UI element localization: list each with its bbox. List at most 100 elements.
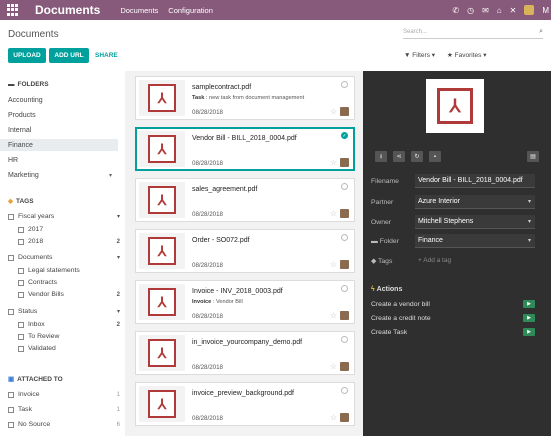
checkbox[interactable] [18,267,24,274]
action-create-task[interactable]: Create Task ▶ [371,326,543,338]
select-checkbox[interactable] [341,336,348,343]
document-card[interactable]: ⅄ Vendor Bill - BILL_2018_0004.pdf 08/28… [135,127,355,171]
folder-internal[interactable]: Internal [0,124,118,136]
caret-down-icon[interactable]: ▾ [528,198,531,205]
document-card[interactable]: ⅄ Invoice - INV_2018_0003.pdf Invoice : … [135,280,355,324]
action-create-credit-note[interactable]: Create a credit note ▶ [371,312,543,324]
checkbox[interactable] [8,308,14,315]
tag-legal-statements[interactable]: Legal statements [18,265,120,276]
tag-group-documents[interactable]: Documents ▾ [8,252,120,263]
folder-marketing[interactable]: Marketing ▾ [0,169,118,181]
star-icon[interactable]: ☆ [330,362,337,371]
owner-field[interactable]: Mitchell Stephens ▾ [415,215,535,229]
menu-documents[interactable]: Documents [120,6,158,15]
folder-hr[interactable]: HR [0,154,118,166]
tag-2018[interactable]: 2018 2 [18,236,120,247]
preview-thumbnail[interactable]: ⅄ [426,79,484,133]
favorites-button[interactable]: ★ Favorites ▾ [447,51,486,59]
user-initial[interactable]: M [542,6,549,15]
tag-group-fiscal-years[interactable]: Fiscal years ▾ [8,211,120,222]
checkbox[interactable] [18,345,24,352]
search-icon[interactable]: ⌕ [539,28,543,36]
document-card[interactable]: ⅄ in_invoice_yourcompany_demo.pdf 08/28/… [135,331,355,375]
folder-accounting[interactable]: Accounting [0,94,118,106]
star-icon[interactable]: ☆ [330,260,337,269]
document-thumbnail[interactable]: ⅄ [139,131,185,167]
document-thumbnail[interactable]: ⅄ [139,284,185,320]
checkbox[interactable] [8,254,14,261]
document-card[interactable]: ⅄ invoice_preview_background.pdf 08/28/2… [135,382,355,426]
share-button[interactable]: SHARE [95,48,118,63]
attached-no-source[interactable]: No Source 6 [8,419,120,430]
action-create-vendor-bill[interactable]: Create a vendor bill ▶ [371,298,543,310]
partner-field[interactable]: Azure Interior ▾ [415,195,535,209]
document-card[interactable]: ⅄ sales_agreement.pdf 08/28/2018 ☆ [135,178,355,222]
tag-contracts[interactable]: Contracts [18,277,120,288]
archive-icon[interactable]: ▤ [527,151,539,162]
select-checkbox[interactable] [341,285,348,292]
star-icon[interactable]: ☆ [330,413,337,422]
caret-down-icon[interactable]: ▾ [117,254,120,261]
add-url-button[interactable]: ADD URL [49,48,89,63]
select-checkbox[interactable] [341,81,348,88]
app-title[interactable]: Documents [35,3,100,17]
add-tag-input[interactable]: + Add a tag [415,254,535,266]
checkbox[interactable] [18,321,24,328]
share-icon[interactable]: ⋖ [393,151,405,162]
checkbox[interactable] [18,333,24,340]
caret-down-icon[interactable]: ▾ [117,213,120,220]
select-checkbox[interactable] [341,387,348,394]
selected-check-icon[interactable]: ✓ [341,132,348,139]
star-icon[interactable]: ☆ [330,158,337,167]
tag-validated[interactable]: Validated [18,343,120,354]
menu-configuration[interactable]: Configuration [168,6,213,15]
checkbox[interactable] [18,238,24,245]
tag-vendor-bills[interactable]: Vendor Bills 2 [18,289,120,300]
play-icon[interactable]: ▶ [523,300,535,308]
close-icon[interactable]: ✕ [510,6,517,15]
checkbox[interactable] [8,391,14,398]
caret-down-icon[interactable]: ▾ [109,172,112,179]
clock-icon[interactable]: ◷ [467,6,474,15]
play-icon[interactable]: ▶ [523,314,535,322]
folder-finance[interactable]: Finance [0,139,118,151]
checkbox[interactable] [8,421,14,428]
document-card[interactable]: ⅄ Order - SO072.pdf 08/28/2018 ☆ [135,229,355,273]
tag-to-review[interactable]: To Review [18,331,120,342]
tag-group-status[interactable]: Status ▾ [8,306,120,317]
select-checkbox[interactable] [341,234,348,241]
document-thumbnail[interactable]: ⅄ [139,182,185,218]
chat-icon[interactable]: ✉ [482,6,489,15]
star-icon[interactable]: ☆ [330,107,337,116]
checkbox[interactable] [8,213,14,220]
document-thumbnail[interactable]: ⅄ [139,233,185,269]
caret-down-icon[interactable]: ▾ [528,237,531,244]
attached-task[interactable]: Task 1 [8,404,120,415]
tag-2017[interactable]: 2017 [18,224,120,235]
select-checkbox[interactable] [341,183,348,190]
attached-invoice[interactable]: Invoice 1 [8,389,120,400]
checkbox[interactable] [8,406,14,413]
folder-field[interactable]: Finance ▾ [415,234,535,248]
filters-button[interactable]: ▼ Filters ▾ [404,51,435,59]
apps-menu-icon[interactable] [7,4,19,16]
checkbox[interactable] [18,226,24,233]
folder-products[interactable]: Products [0,109,118,121]
checkbox[interactable] [18,279,24,286]
caret-down-icon[interactable]: ▾ [528,218,531,225]
document-thumbnail[interactable]: ⅄ [139,386,185,422]
star-icon[interactable]: ☆ [330,311,337,320]
search-input[interactable]: Search... ⌕ [403,27,543,39]
replace-icon[interactable]: ↻ [411,151,423,162]
document-thumbnail[interactable]: ⅄ [139,80,185,116]
lock-icon[interactable]: ▪ [429,151,441,162]
user-avatar[interactable] [524,5,535,15]
home-icon[interactable]: ⌂ [497,6,502,15]
caret-down-icon[interactable]: ▾ [117,308,120,315]
star-icon[interactable]: ☆ [330,209,337,218]
tag-inbox[interactable]: Inbox 2 [18,319,120,330]
download-icon[interactable]: ⭳ [375,151,387,162]
upload-button[interactable]: UPLOAD [8,48,46,63]
filename-field[interactable]: Vendor Bill - BILL_2018_0004.pdf [415,174,535,188]
checkbox[interactable] [18,291,24,298]
